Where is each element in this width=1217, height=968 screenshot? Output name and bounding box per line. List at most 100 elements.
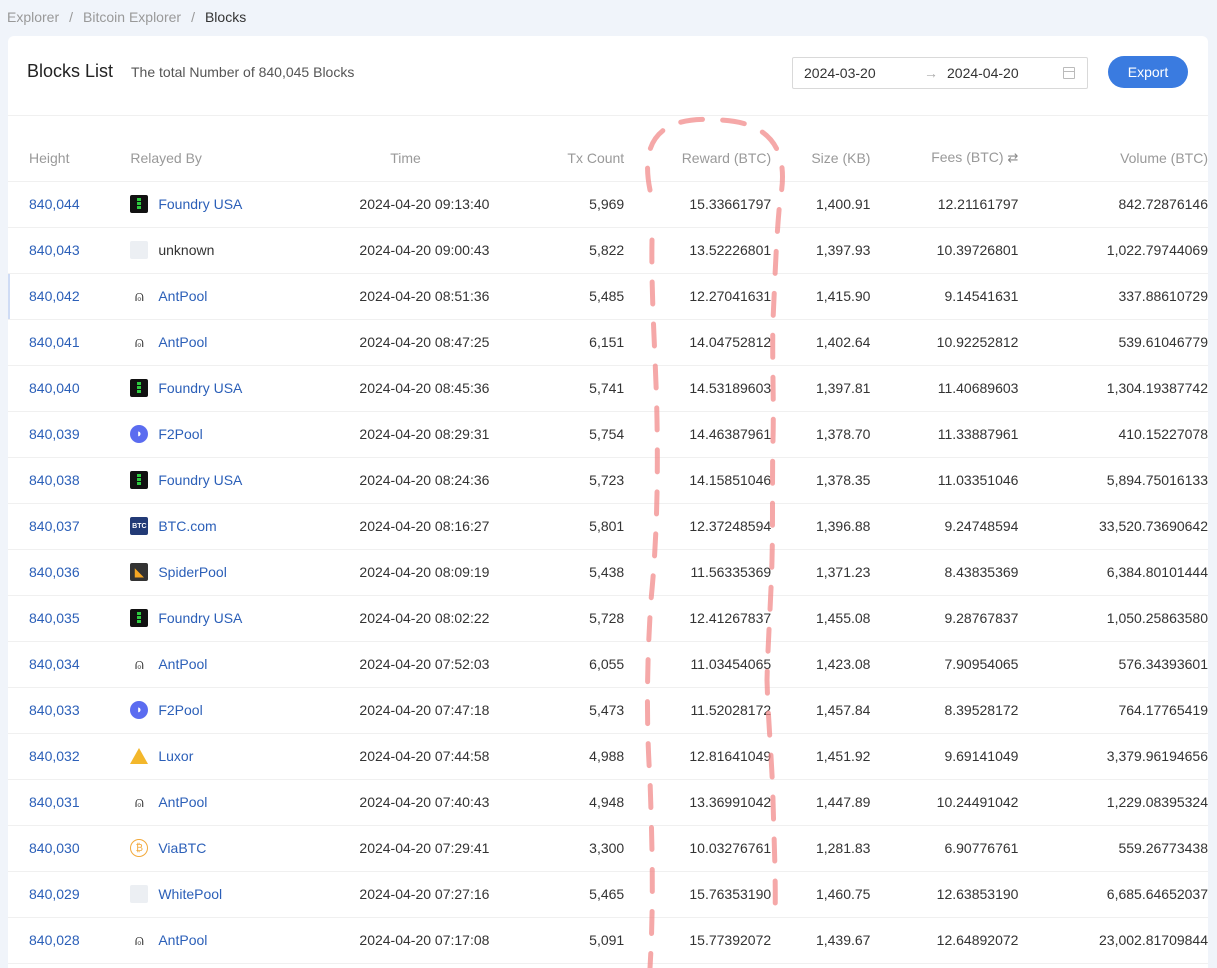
table-row[interactable]: 840,034 ⍝ AntPool 2024-04-20 07:52:03 6,055 1… (8, 641, 1208, 688)
relayed-by-name[interactable]: Foundry USA (158, 196, 242, 212)
height-value[interactable]: 840,041 (29, 334, 80, 350)
breadcrumb-explorer[interactable]: Explorer (7, 9, 59, 25)
block-height-link[interactable]: 840,031 (8, 779, 110, 826)
col-height[interactable]: Height (8, 135, 110, 182)
block-height-link[interactable]: 840,038 (8, 457, 110, 504)
height-value[interactable]: 840,040 (29, 380, 80, 396)
relayed-by-name[interactable]: Luxor (158, 748, 193, 764)
relayed-by-cell[interactable]: ⍝ AntPool (109, 273, 282, 320)
table-row[interactable]: 840,038 Foundry USA 2024-04-20 08:24:36 5,7… (8, 457, 1208, 504)
relayed-by-name[interactable]: Foundry USA (158, 472, 242, 488)
block-height-link[interactable]: 840,032 (8, 733, 110, 780)
relayed-by-cell[interactable]: ₿ ViaBTC (109, 825, 282, 872)
height-value[interactable]: 840,042 (29, 288, 80, 304)
height-value[interactable]: 840,035 (29, 610, 80, 626)
block-height-link[interactable]: 840,030 (8, 825, 110, 872)
block-height-link[interactable]: 840,037 (8, 503, 110, 550)
col-time[interactable]: Time (281, 135, 490, 182)
table-row[interactable]: 840,033 ◗ F2Pool 2024-04-20 07:47:18 5,473 11… (8, 687, 1208, 734)
height-value[interactable]: 840,036 (29, 564, 80, 580)
block-height-link[interactable]: 840,028 (8, 917, 110, 964)
relayed-by-cell[interactable]: ◗ F2Pool (109, 411, 282, 458)
table-row[interactable]: 840,039 ◗ F2Pool 2024-04-20 08:29:31 5,754 14… (8, 411, 1208, 458)
relayed-by-cell[interactable]: ◣ SpiderPool (109, 549, 282, 596)
start-date-input[interactable]: 2024-03-20 (804, 65, 876, 81)
col-reward[interactable]: Reward (BTC) (624, 135, 772, 182)
height-value[interactable]: 840,030 (29, 840, 80, 856)
end-date-input[interactable]: 2024-04-20 (947, 65, 1019, 81)
relayed-by-cell[interactable]: ◗ F2Pool (109, 687, 282, 734)
col-tx-count[interactable]: Tx Count (489, 135, 625, 182)
block-height-link[interactable]: 840,035 (8, 595, 110, 642)
relayed-by-cell[interactable]: ⍝ AntPool (109, 917, 282, 964)
col-relayed-by[interactable]: Relayed By (109, 135, 282, 182)
foundry-icon (130, 471, 149, 489)
relayed-by-name[interactable]: WhitePool (158, 886, 222, 902)
height-value[interactable]: 840,033 (29, 702, 80, 718)
relayed-by-name[interactable]: Foundry USA (158, 380, 242, 396)
relayed-by-cell[interactable]: ⍝ AntPool (109, 779, 282, 826)
block-height-link[interactable]: 840,029 (8, 871, 110, 918)
relayed-by-cell[interactable]: Foundry USA (109, 365, 282, 412)
block-height-link[interactable]: 840,039 (8, 411, 110, 458)
block-height-link[interactable]: 840,036 (8, 549, 110, 596)
table-row[interactable]: 840,041 ⍝ AntPool 2024-04-20 08:47:25 6,151 1… (8, 319, 1208, 366)
table-row[interactable]: 840,037 BTC BTC.com 2024-04-20 08:16:27 5,80… (8, 503, 1208, 550)
height-value[interactable]: 840,039 (29, 426, 80, 442)
height-value[interactable]: 840,034 (29, 656, 80, 672)
relayed-by-cell[interactable]: Luxor (109, 733, 282, 780)
relayed-by-name[interactable]: AntPool (158, 656, 207, 672)
table-row[interactable]: 840,036 ◣ SpiderPool 2024-04-20 08:09:19 5,4… (8, 549, 1208, 596)
col-size[interactable]: Size (KB) (771, 135, 871, 182)
height-value[interactable]: 840,044 (29, 196, 80, 212)
col-fees[interactable]: Fees (BTC) ⇄ (870, 135, 1019, 182)
height-value[interactable]: 840,029 (29, 886, 80, 902)
relayed-by-name[interactable]: ViaBTC (158, 840, 206, 856)
relayed-by-cell[interactable]: BTC BTC.com (109, 503, 282, 550)
relayed-by-name[interactable]: Foundry USA (158, 610, 242, 626)
relayed-by-cell[interactable]: WhitePool (109, 871, 282, 918)
block-height-link[interactable]: 840,043 (8, 227, 110, 274)
table-row[interactable]: 840,029 WhitePool 2024-04-20 07:27:16 5,465… (8, 871, 1208, 918)
table-row[interactable]: 840,035 Foundry USA 2024-04-20 08:02:22 5,7… (8, 595, 1208, 642)
block-height-link[interactable]: 840,044 (8, 181, 110, 228)
height-value[interactable]: 840,031 (29, 794, 80, 810)
height-value[interactable]: 840,038 (29, 472, 80, 488)
breadcrumb-bitcoin-explorer[interactable]: Bitcoin Explorer (83, 9, 181, 25)
relayed-by-name[interactable]: SpiderPool (158, 564, 227, 580)
block-height-link[interactable]: 840,042 (8, 273, 110, 320)
table-row[interactable]: 840,031 ⍝ AntPool 2024-04-20 07:40:43 4,948 1… (8, 779, 1208, 826)
relayed-by-name[interactable]: AntPool (158, 288, 207, 304)
relayed-by-name[interactable]: AntPool (158, 932, 207, 948)
block-height-link[interactable]: 840,034 (8, 641, 110, 688)
relayed-by-cell[interactable]: ⍝ AntPool (109, 319, 282, 366)
calendar-icon[interactable] (1063, 67, 1075, 79)
col-volume[interactable]: Volume (BTC) (1018, 135, 1208, 182)
table-row[interactable]: 840,040 Foundry USA 2024-04-20 08:45:36 5,7… (8, 365, 1208, 412)
relayed-by-cell[interactable]: Foundry USA (109, 181, 282, 228)
table-row[interactable]: 840,028 ⍝ AntPool 2024-04-20 07:17:08 5,091 1… (8, 917, 1208, 964)
relayed-by-name[interactable]: AntPool (158, 794, 207, 810)
table-row[interactable]: 840,042 ⍝ AntPool 2024-04-20 08:51:36 5,485 1… (8, 273, 1208, 320)
relayed-by-cell[interactable]: Foundry USA (109, 457, 282, 504)
date-range-picker[interactable]: 2024-03-20 → 2024-04-20 (792, 57, 1088, 89)
block-height-link[interactable]: 840,041 (8, 319, 110, 366)
relayed-by-name[interactable]: AntPool (158, 334, 207, 350)
relayed-by-name[interactable]: F2Pool (158, 426, 202, 442)
table-row[interactable]: 840,043 unknown 2024-04-20 09:00:43 5,822 13… (8, 227, 1208, 274)
relayed-by-name[interactable]: BTC.com (158, 518, 216, 534)
export-button[interactable]: Export (1108, 56, 1188, 88)
table-row[interactable]: 840,030 ₿ ViaBTC 2024-04-20 07:29:41 3,300 10… (8, 825, 1208, 872)
table-row[interactable]: 840,044 Foundry USA 2024-04-20 09:13:40 5,9… (8, 181, 1208, 228)
block-height-link[interactable]: 840,033 (8, 687, 110, 734)
height-value[interactable]: 840,028 (29, 932, 80, 948)
relayed-by-cell[interactable]: Foundry USA (109, 595, 282, 642)
height-value[interactable]: 840,032 (29, 748, 80, 764)
table-row[interactable]: 840,032 Luxor 2024-04-20 07:44:58 4,988 12.8… (8, 733, 1208, 780)
relayed-by-name[interactable]: F2Pool (158, 702, 202, 718)
block-height-link[interactable]: 840,040 (8, 365, 110, 412)
swap-sort-icon[interactable]: ⇄ (1008, 150, 1019, 165)
height-value[interactable]: 840,037 (29, 518, 80, 534)
height-value[interactable]: 840,043 (29, 242, 80, 258)
relayed-by-cell[interactable]: ⍝ AntPool (109, 641, 282, 688)
